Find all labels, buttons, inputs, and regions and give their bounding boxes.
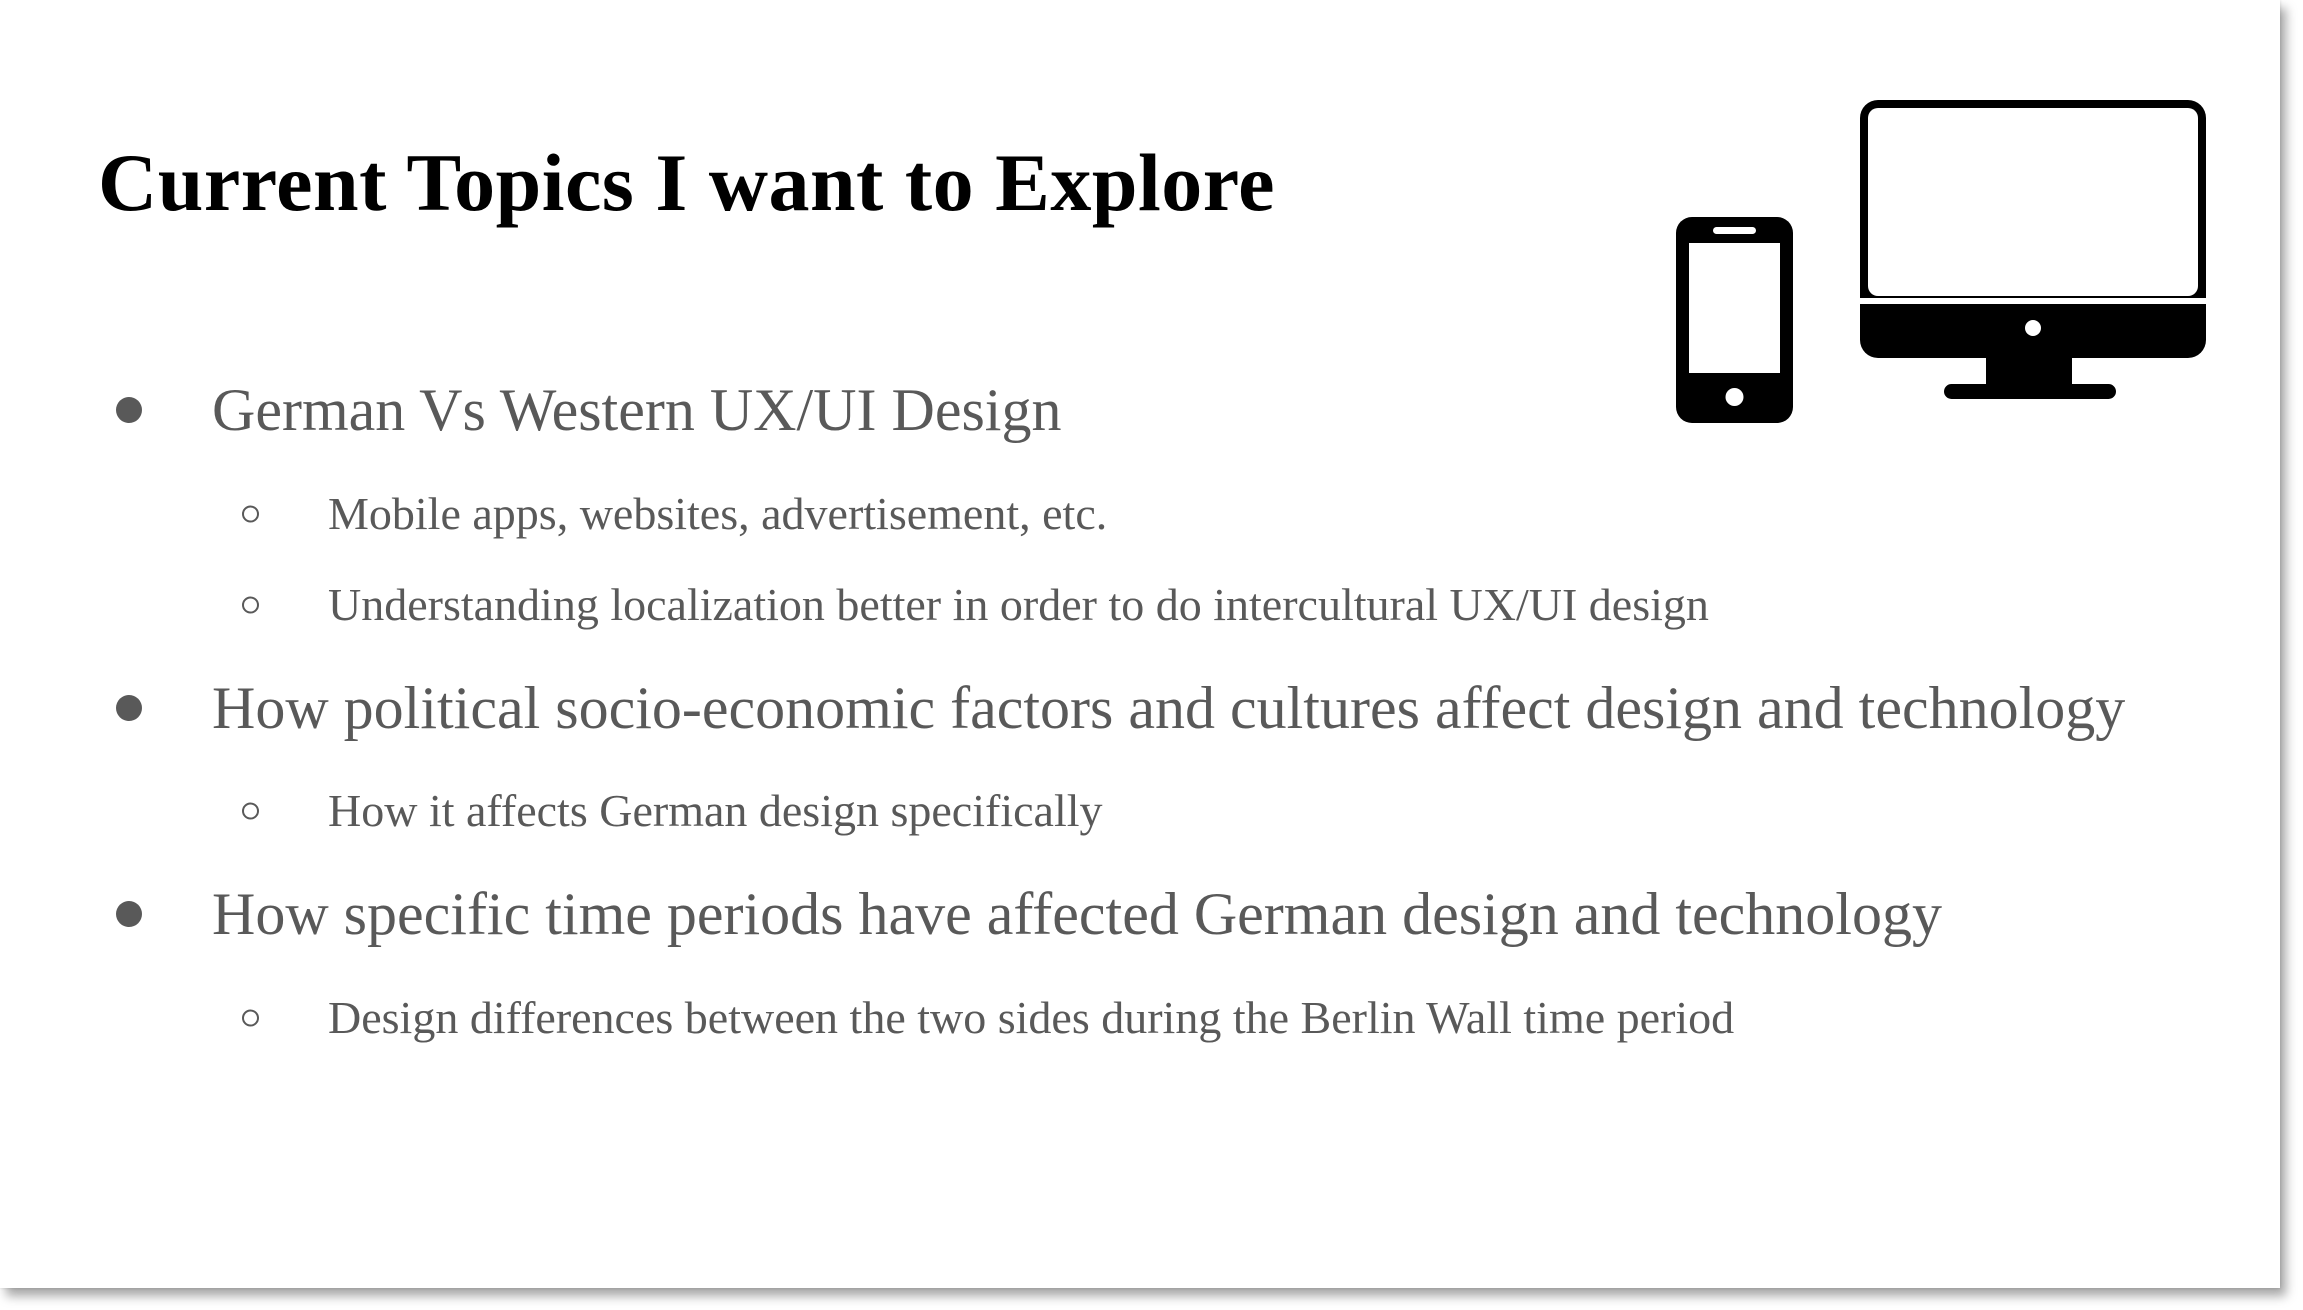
bullet-item: How specific time periods have affected … [116,881,1942,947]
bullet-text: German Vs Western UX/UI Design [212,377,1062,443]
sub-bullet-text: Mobile apps, websites, advertisement, et… [328,488,1108,539]
sub-bullet-item: Mobile apps, websites, advertisement, et… [242,488,1108,539]
sub-bullet-text: Understanding localization better in ord… [328,579,1709,630]
filled-bullet-icon [116,901,142,927]
hollow-bullet-icon [242,505,259,523]
hollow-bullet-icon [242,1009,259,1027]
hollow-bullet-icon [242,596,259,614]
slide: Current Topics I want to Explore German … [0,0,2280,1288]
sub-bullet-text: Design differences between the two sides… [328,992,1735,1043]
sub-bullet-item: Design differences between the two sides… [242,992,1735,1043]
sub-bullet-text: How it affects German design specificall… [328,785,1103,836]
bullet-item: German Vs Western UX/UI Design [116,377,1062,443]
sub-bullet-item: Understanding localization better in ord… [242,579,1709,630]
bullet-list: German Vs Western UX/UI Design Mobile ap… [0,0,2280,1288]
bullet-item: How political socio-economic factors and… [116,675,2126,741]
filled-bullet-icon [116,397,142,423]
filled-bullet-icon [116,695,142,721]
bullet-text: How political socio-economic factors and… [212,675,2126,741]
hollow-bullet-icon [242,802,259,820]
sub-bullet-item: How it affects German design specificall… [242,785,1103,836]
bullet-text: How specific time periods have affected … [212,881,1942,947]
